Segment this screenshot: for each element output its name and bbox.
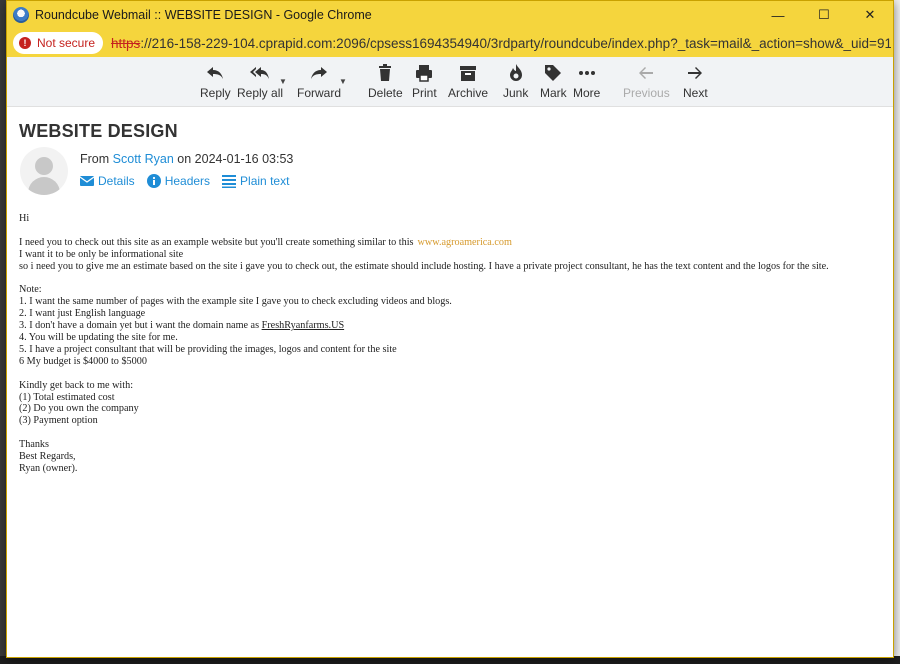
forward-button[interactable]: Forward [297, 63, 341, 100]
close-button[interactable]: ✕ [847, 1, 893, 29]
headers-label: Headers [164, 174, 211, 188]
fire-icon [509, 64, 522, 81]
ask-item-3: (3) Payment option [19, 415, 98, 427]
envelope-icon [80, 176, 94, 186]
address-bar: ! Not secure https://216-158-229-104.cpr… [7, 29, 893, 57]
note-item-6: 6 My budget is $4000 to $5000 [19, 355, 147, 367]
title-bar: Roundcube Webmail :: WEBSITE DESIGN - Go… [7, 1, 893, 29]
archive-label: Archive [448, 86, 489, 100]
more-label: More [573, 86, 601, 100]
roundcube-icon [13, 7, 29, 23]
headers-link[interactable]: Headers [146, 174, 211, 188]
next-button[interactable]: Next [683, 63, 708, 100]
from-line: From Scott Ryan on 2024-01-16 03:53 [80, 152, 293, 166]
body-greeting: Hi [19, 213, 30, 224]
ask-line: Kindly get back to me with: [19, 379, 134, 391]
note-item-2: 2. I want just English language [19, 308, 146, 320]
header-links: Details Headers Plain text [80, 174, 289, 188]
more-icon [578, 71, 595, 75]
details-label: Details [98, 174, 135, 188]
site-security-chip[interactable]: ! Not secure [13, 32, 104, 54]
note-item-4: 4. You will be updating the site for me. [19, 332, 178, 344]
reply-all-icon [250, 67, 270, 79]
message-date: 2024-01-16 03:53 [194, 152, 294, 166]
security-label: Not secure [37, 36, 96, 50]
print-label: Print [412, 86, 437, 100]
maximize-button[interactable]: ☐ [801, 1, 847, 29]
sender-avatar [20, 147, 68, 195]
junk-label: Junk [503, 86, 529, 100]
message-subject: WEBSITE DESIGN [19, 121, 178, 141]
next-label: Next [683, 86, 708, 100]
tag-icon [545, 65, 562, 81]
message-view: WEBSITE DESIGN From Scott Ryan on 2024-0… [7, 107, 893, 657]
message-body: Hi I need you to check out this site as … [19, 213, 879, 475]
plain-text-link[interactable]: Plain text [222, 174, 289, 188]
printer-icon [416, 65, 433, 82]
desktop-background-right [894, 0, 900, 664]
browser-window: Roundcube Webmail :: WEBSITE DESIGN - Go… [6, 0, 894, 658]
ask-item-2: (2) Do you own the company [19, 403, 139, 415]
previous-label: Previous [623, 86, 670, 100]
regards-line: Best Regards, [19, 451, 76, 463]
more-button[interactable]: More [573, 63, 600, 100]
print-button[interactable]: Print [412, 63, 437, 100]
forward-label: Forward [297, 86, 342, 100]
ask-item-1: (1) Total estimated cost [19, 391, 115, 403]
reply-icon [207, 67, 224, 79]
reply-label: Reply [200, 86, 231, 100]
minimize-button[interactable]: — [755, 1, 801, 29]
avatar-head [35, 157, 53, 175]
lines-icon [222, 175, 237, 188]
url-field[interactable]: https://216-158-229-104.cprapid.com:2096… [111, 36, 891, 51]
arrow-right-icon [688, 67, 703, 79]
previous-button[interactable]: Previous [623, 63, 670, 100]
note-item-3: 3. I don't have a domain yet but i want … [19, 320, 879, 332]
signature-line: Ryan (owner). [19, 462, 78, 474]
window-controls: — ☐ ✕ [755, 1, 893, 29]
reply-button[interactable]: Reply [200, 63, 231, 100]
forward-icon [311, 67, 327, 79]
archive-button[interactable]: Archive [448, 63, 488, 100]
mail-toolbar: Reply Reply all ▼ Forward ▼ Delete Print… [7, 57, 893, 107]
body-p1-text: I need you to check out this site as an … [19, 236, 414, 248]
delete-label: Delete [368, 86, 403, 100]
note-item-1: 1. I want the same number of pages with … [19, 296, 452, 308]
forward-dropdown-icon[interactable]: ▼ [339, 77, 347, 86]
arrow-left-icon [639, 67, 654, 79]
sender-link[interactable]: Scott Ryan [113, 152, 174, 166]
mark-label: Mark [540, 86, 567, 100]
reply-all-button[interactable]: Reply all [237, 63, 283, 100]
url-text: ://216-158-229-104.cprapid.com:2096/cpse… [140, 35, 892, 51]
archive-icon [460, 66, 476, 81]
thanks-line: Thanks [19, 439, 49, 451]
avatar-body [28, 177, 60, 195]
reply-all-dropdown-icon[interactable]: ▼ [279, 77, 287, 86]
note-label: Note: [19, 284, 42, 296]
plain-text-label: Plain text [240, 174, 290, 188]
delete-button[interactable]: Delete [368, 63, 403, 100]
details-link[interactable]: Details [80, 174, 135, 188]
mark-button[interactable]: Mark [540, 63, 567, 100]
url-scheme: https [111, 35, 141, 51]
window-title: Roundcube Webmail :: WEBSITE DESIGN - Go… [35, 8, 372, 22]
body-p3: so i need you to give me an estimate bas… [19, 260, 829, 272]
from-prefix: From [80, 152, 110, 166]
domain-link[interactable]: FreshRyanfarms.US [262, 320, 345, 331]
note-item-3-text: 3. I don't have a domain yet but i want … [19, 320, 260, 332]
note-item-5: 5. I have a project consultant that will… [19, 343, 397, 355]
body-line: I need you to check out this site as an … [19, 237, 879, 249]
date-prefix: on [177, 152, 192, 166]
info-icon [146, 174, 161, 188]
warning-icon: ! [19, 37, 31, 49]
example-site-link[interactable]: www.agroamerica.com [418, 237, 512, 248]
junk-button[interactable]: Junk [503, 63, 528, 100]
reply-all-label: Reply all [237, 86, 284, 100]
trash-icon [379, 64, 392, 81]
body-p2: I want it to be only be informational si… [19, 248, 184, 260]
